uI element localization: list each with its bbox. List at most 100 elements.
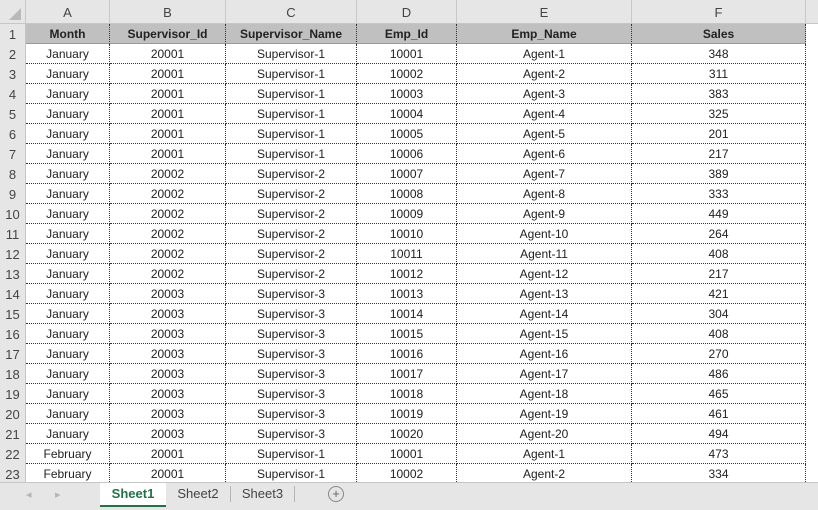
- cell[interactable]: Supervisor-1: [226, 444, 357, 464]
- cell[interactable]: Agent-17: [457, 364, 632, 384]
- row-header[interactable]: 10: [0, 204, 26, 224]
- cell[interactable]: Supervisor-1: [226, 104, 357, 124]
- row-header[interactable]: 18: [0, 364, 26, 384]
- select-all-button[interactable]: [0, 0, 26, 23]
- column-header-a[interactable]: A: [26, 0, 110, 23]
- row-header[interactable]: 5: [0, 104, 26, 124]
- cell[interactable]: Supervisor-2: [226, 264, 357, 284]
- row-header[interactable]: 14: [0, 284, 26, 304]
- cell[interactable]: January: [26, 244, 110, 264]
- cell[interactable]: 20002: [110, 184, 226, 204]
- cell[interactable]: 10001: [357, 444, 457, 464]
- cell[interactable]: 20001: [110, 464, 226, 482]
- cell[interactable]: Supervisor-1: [226, 44, 357, 64]
- header-cell[interactable]: Supervisor_Name: [226, 24, 357, 44]
- cell[interactable]: January: [26, 364, 110, 384]
- cell[interactable]: Supervisor-3: [226, 304, 357, 324]
- cell[interactable]: Agent-19: [457, 404, 632, 424]
- cell[interactable]: 304: [632, 304, 806, 324]
- cell[interactable]: 10017: [357, 364, 457, 384]
- cell[interactable]: Supervisor-2: [226, 164, 357, 184]
- cell[interactable]: 201: [632, 124, 806, 144]
- cell[interactable]: 20003: [110, 284, 226, 304]
- cell[interactable]: 20002: [110, 264, 226, 284]
- row-header[interactable]: 13: [0, 264, 26, 284]
- cell[interactable]: 10010: [357, 224, 457, 244]
- cell[interactable]: 10020: [357, 424, 457, 444]
- row-header[interactable]: 16: [0, 324, 26, 344]
- cell[interactable]: Supervisor-2: [226, 224, 357, 244]
- row-header[interactable]: 2: [0, 44, 26, 64]
- cell[interactable]: 449: [632, 204, 806, 224]
- row-header[interactable]: 21: [0, 424, 26, 444]
- row-header[interactable]: 19: [0, 384, 26, 404]
- cell[interactable]: 20003: [110, 324, 226, 344]
- cell[interactable]: 421: [632, 284, 806, 304]
- row-header[interactable]: 4: [0, 84, 26, 104]
- cell[interactable]: 389: [632, 164, 806, 184]
- cell[interactable]: Agent-2: [457, 464, 632, 482]
- header-cell[interactable]: Emp_Name: [457, 24, 632, 44]
- cell[interactable]: Agent-2: [457, 64, 632, 84]
- cell[interactable]: 10009: [357, 204, 457, 224]
- cell[interactable]: 333: [632, 184, 806, 204]
- cell[interactable]: January: [26, 104, 110, 124]
- cell[interactable]: 10003: [357, 84, 457, 104]
- cell[interactable]: January: [26, 124, 110, 144]
- cell[interactable]: 10018: [357, 384, 457, 404]
- cell[interactable]: January: [26, 424, 110, 444]
- cell[interactable]: 10002: [357, 464, 457, 482]
- cell[interactable]: 10014: [357, 304, 457, 324]
- cell[interactable]: 10002: [357, 64, 457, 84]
- cell[interactable]: Supervisor-2: [226, 204, 357, 224]
- cell[interactable]: Agent-14: [457, 304, 632, 324]
- cell[interactable]: 20003: [110, 344, 226, 364]
- cell[interactable]: January: [26, 204, 110, 224]
- row-header[interactable]: 20: [0, 404, 26, 424]
- cell[interactable]: January: [26, 144, 110, 164]
- cell[interactable]: 348: [632, 44, 806, 64]
- cell[interactable]: Agent-6: [457, 144, 632, 164]
- cell[interactable]: Supervisor-3: [226, 364, 357, 384]
- header-cell[interactable]: Sales: [632, 24, 806, 44]
- cell[interactable]: 10011: [357, 244, 457, 264]
- cell[interactable]: Supervisor-1: [226, 464, 357, 482]
- cell[interactable]: Supervisor-3: [226, 384, 357, 404]
- cell[interactable]: 10001: [357, 44, 457, 64]
- cell[interactable]: 270: [632, 344, 806, 364]
- tab-sheet2[interactable]: Sheet2: [166, 483, 230, 507]
- cell[interactable]: Supervisor-3: [226, 404, 357, 424]
- cell[interactable]: February: [26, 464, 110, 482]
- header-cell[interactable]: Emp_Id: [357, 24, 457, 44]
- cell[interactable]: 10007: [357, 164, 457, 184]
- cell[interactable]: January: [26, 284, 110, 304]
- next-sheet-icon[interactable]: ▸: [55, 488, 61, 501]
- column-header-e[interactable]: E: [457, 0, 632, 23]
- cell[interactable]: January: [26, 64, 110, 84]
- cell[interactable]: Supervisor-3: [226, 424, 357, 444]
- cell[interactable]: 10008: [357, 184, 457, 204]
- cell[interactable]: Supervisor-1: [226, 144, 357, 164]
- row-header[interactable]: 12: [0, 244, 26, 264]
- cell[interactable]: 20003: [110, 364, 226, 384]
- cell[interactable]: 10016: [357, 344, 457, 364]
- cell[interactable]: 20002: [110, 224, 226, 244]
- cell[interactable]: 10019: [357, 404, 457, 424]
- column-header-c[interactable]: C: [226, 0, 357, 23]
- cell[interactable]: January: [26, 304, 110, 324]
- cell[interactable]: 10015: [357, 324, 457, 344]
- cell[interactable]: January: [26, 164, 110, 184]
- row-header[interactable]: 3: [0, 64, 26, 84]
- cell[interactable]: January: [26, 324, 110, 344]
- cell[interactable]: Supervisor-1: [226, 84, 357, 104]
- row-header[interactable]: 15: [0, 304, 26, 324]
- add-sheet-icon[interactable]: +: [328, 486, 344, 502]
- row-header[interactable]: 11: [0, 224, 26, 244]
- cell[interactable]: 20001: [110, 84, 226, 104]
- row-header[interactable]: 1: [0, 24, 26, 44]
- cell[interactable]: 217: [632, 264, 806, 284]
- cell[interactable]: January: [26, 264, 110, 284]
- tab-sheet1[interactable]: Sheet1: [100, 483, 166, 507]
- cell[interactable]: Agent-9: [457, 204, 632, 224]
- cell[interactable]: 461: [632, 404, 806, 424]
